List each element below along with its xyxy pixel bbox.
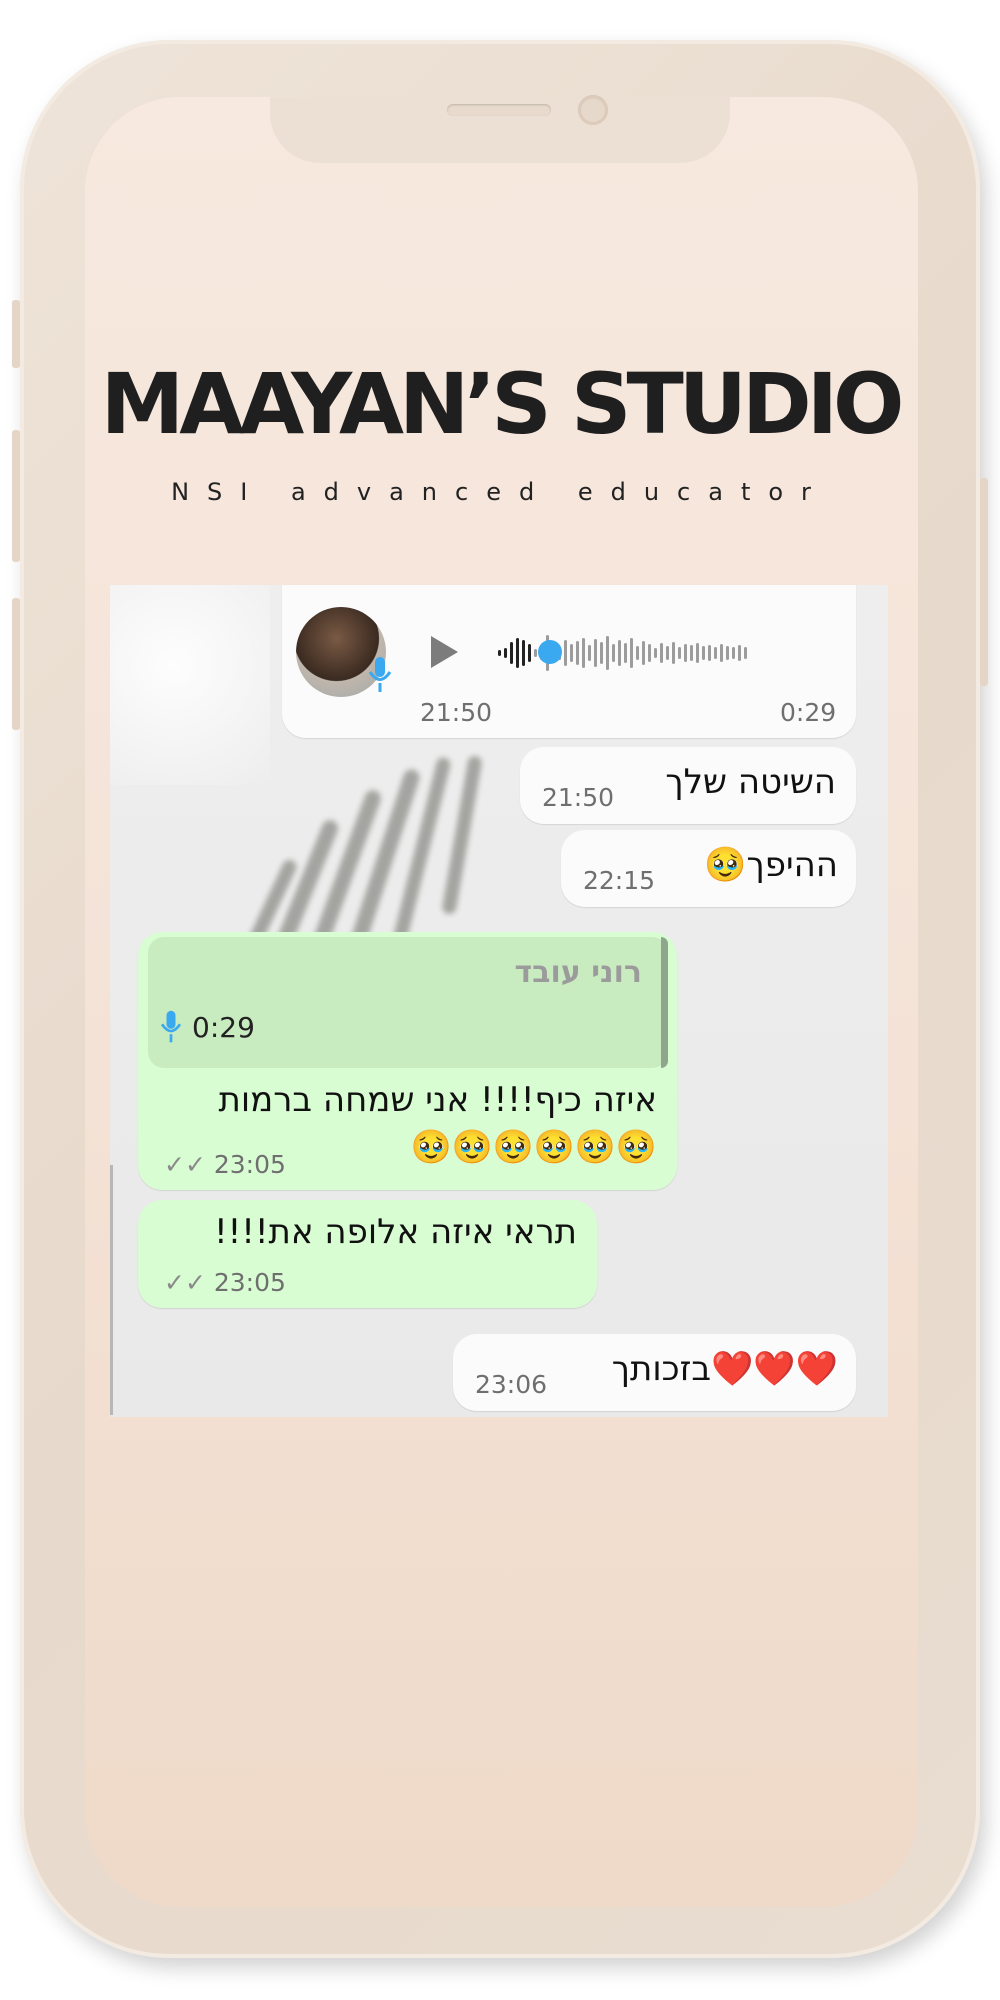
waveform-bar <box>516 637 519 668</box>
message-text: השיטה שלך <box>665 762 836 802</box>
microphone-icon <box>160 1010 182 1043</box>
waveform-bar <box>642 640 645 665</box>
power-button <box>980 478 988 686</box>
waveform-bar <box>522 639 525 666</box>
voice-progress-knob[interactable] <box>538 640 562 664</box>
message-time: 23:06 <box>475 1370 548 1399</box>
waveform-bar <box>672 641 675 664</box>
waveform-bar <box>666 645 669 660</box>
waveform-bar <box>576 640 579 665</box>
waveform-bar <box>708 644 711 661</box>
waveform-bar <box>678 646 681 659</box>
waveform-bar <box>738 644 741 661</box>
message-text: תראי איזה אלופה את!!!! <box>214 1212 577 1252</box>
message-bubble[interactable]: השיטה שלך 21:50 <box>520 747 856 824</box>
waveform-bar <box>684 643 687 662</box>
waveform-bar <box>510 641 513 664</box>
leaf-shadow <box>441 754 483 916</box>
brand-title: MAAYAN’S STUDIO <box>100 355 905 453</box>
waveform-bar <box>702 645 705 660</box>
waveform-bar <box>582 637 585 668</box>
quote-duration: 0:29 <box>192 1011 255 1044</box>
waveform-bar <box>744 646 747 659</box>
brand-subtitle: NSI advanced educator <box>171 478 829 506</box>
light-glare <box>110 585 270 785</box>
waveform-bar <box>570 643 573 662</box>
scroll-indicator[interactable] <box>110 1165 113 1415</box>
message-bubble[interactable]: תראי איזה אלופה את!!!! ✓✓ 23:05 <box>138 1200 597 1308</box>
waveform-bar <box>654 647 657 658</box>
waveform-bar <box>726 645 729 660</box>
quoted-voice-reply[interactable]: רוני עובד 0:29 <box>148 937 668 1068</box>
waveform-bar <box>696 642 699 663</box>
double-check-icon: ✓✓ <box>164 1268 206 1297</box>
message-time: ✓✓ 23:05 <box>164 1150 286 1179</box>
volume-up-button <box>12 430 20 562</box>
waveform-bar <box>720 643 723 662</box>
message-time-value: 23:05 <box>213 1268 286 1297</box>
quote-bar <box>661 937 668 1068</box>
earpiece-speaker <box>447 104 551 116</box>
waveform-bar <box>606 635 609 670</box>
play-icon[interactable] <box>427 633 461 671</box>
waveform-bar <box>612 643 615 662</box>
message-time-value: 23:05 <box>213 1150 286 1179</box>
message-time: 22:15 <box>583 866 656 895</box>
waveform-bar <box>660 642 663 663</box>
waveform-bar <box>600 641 603 664</box>
message-time: ✓✓ 23:05 <box>164 1268 286 1297</box>
waveform-bar <box>594 638 597 667</box>
waveform-bar <box>636 645 639 660</box>
waveform-bar <box>630 637 633 668</box>
front-camera <box>578 95 608 125</box>
message-text: ❤️❤️❤️בזכותך <box>611 1349 838 1389</box>
volume-down-button <box>12 598 20 730</box>
waveform-bar <box>564 639 567 666</box>
waveform-bar <box>588 644 591 661</box>
double-check-icon: ✓✓ <box>164 1150 206 1179</box>
message-text: איזה כיף!!!! אני שמחה ברמות <box>218 1080 658 1120</box>
mute-switch <box>12 300 20 368</box>
waveform-bar <box>690 644 693 661</box>
voice-message-duration: 0:29 <box>780 698 837 727</box>
waveform-bar <box>498 649 501 656</box>
waveform-bar <box>534 648 537 657</box>
message-bubble[interactable]: ❤️❤️❤️בזכותך 23:06 <box>453 1334 856 1411</box>
message-text: ההיפך🥹 <box>704 845 838 885</box>
waveform-bar <box>714 646 717 659</box>
waveform-bar <box>732 646 735 659</box>
message-bubble[interactable]: ההיפך🥹 22:15 <box>561 830 856 907</box>
waveform-bar <box>504 647 507 658</box>
waveform-bar <box>624 642 627 663</box>
voice-message-time: 21:50 <box>420 698 493 727</box>
microphone-icon <box>368 657 392 692</box>
quote-author: רוני עובד <box>514 955 642 990</box>
voice-message-bubble[interactable]: 21:50 0:29 <box>282 585 856 738</box>
message-time: 21:50 <box>542 783 615 812</box>
emoji-row: 🥹🥹🥹🥹🥹🥹 <box>410 1127 657 1166</box>
waveform-bar <box>618 639 621 666</box>
waveform-bar <box>528 643 531 662</box>
waveform-bar <box>648 643 651 662</box>
